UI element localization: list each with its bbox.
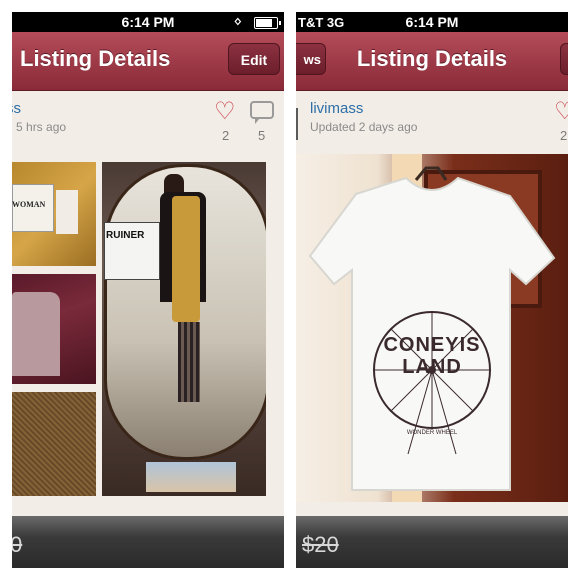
price-label: $20: [302, 532, 339, 557]
nav-bar: ws Listing Details: [296, 32, 568, 91]
label-tag-text: WOMAN: [12, 200, 46, 209]
status-time: 6:14 PM: [121, 14, 175, 30]
comments-count: 5: [258, 128, 266, 143]
shirt-subtext: WONDER WHEEL: [406, 430, 458, 436]
photo-shirt-sleeve[interactable]: [12, 274, 96, 384]
price-label: 0: [12, 532, 23, 557]
page-title: Listing Details: [356, 46, 508, 71]
photo-fabric-texture[interactable]: [12, 392, 96, 496]
shirt-print-text: CONEYISLAND: [383, 334, 481, 378]
edit-button[interactable]: [560, 43, 568, 75]
photo-coney-island-shirt[interactable]: CONEYISLAND WONDER WHEEL: [296, 154, 568, 502]
updated-time: Updated 2 days ago: [310, 120, 418, 134]
status-time: 6:14 PM: [405, 14, 459, 30]
left-listing-screen: 6:14 PM ᛜ Listing Details Edit ss d 5 hr…: [12, 12, 284, 568]
photo-label-closeup[interactable]: WOMAN: [12, 162, 96, 266]
heart-icon[interactable]: ♡: [554, 100, 568, 124]
battery-icon: [254, 17, 281, 29]
comment-icon[interactable]: [250, 101, 274, 124]
status-bar: 6:14 PM ᛜ: [12, 12, 284, 32]
poster-text: RUINER: [106, 230, 145, 241]
seller-username-link[interactable]: ss: [12, 100, 21, 117]
seller-info: livimass Updated 2 days ago: [296, 98, 568, 140]
likes-count: 2: [222, 128, 230, 143]
price-bar: $20: [296, 516, 568, 568]
seller-username-link[interactable]: livimass: [310, 100, 363, 117]
updated-time: d 5 hrs ago: [12, 120, 67, 134]
status-bar: T&T 3G 6:14 PM: [296, 12, 568, 32]
price-bar: 0: [12, 516, 284, 568]
heart-icon[interactable]: ♡: [214, 100, 236, 124]
seller-info: ss d 5 hrs ago: [12, 98, 284, 140]
right-listing-screen: T&T 3G 6:14 PM ws Listing Details livima…: [296, 12, 568, 568]
shirt-graphic: [308, 166, 556, 491]
nav-bar: Listing Details Edit: [12, 32, 284, 91]
edit-button[interactable]: Edit: [228, 43, 280, 75]
likes-count: 2: [560, 128, 568, 143]
bluetooth-icon: ᛜ: [233, 14, 242, 30]
photo-mirror-outfit[interactable]: RUINER: [102, 162, 266, 496]
